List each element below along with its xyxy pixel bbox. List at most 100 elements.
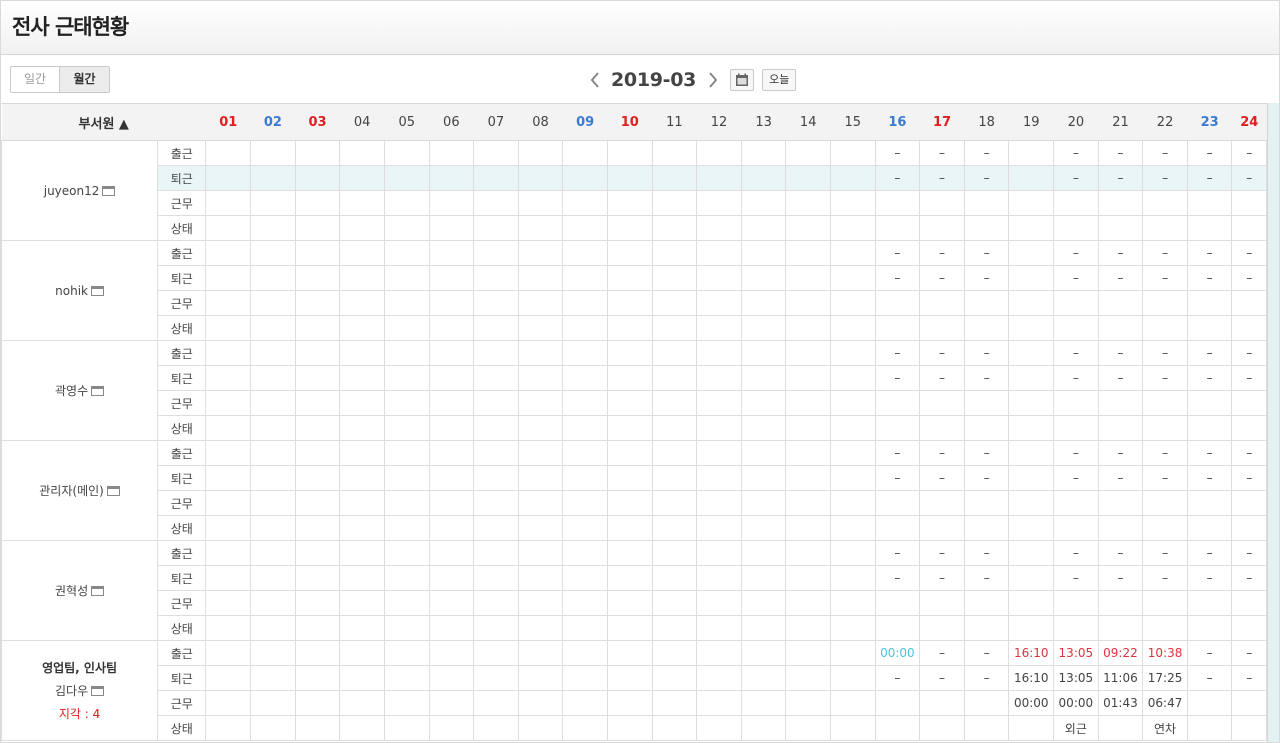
day-cell[interactable] bbox=[874, 590, 921, 616]
day-cell[interactable] bbox=[830, 215, 876, 241]
day-cell[interactable] bbox=[740, 540, 787, 566]
day-cell[interactable] bbox=[339, 715, 385, 741]
day-cell[interactable] bbox=[1008, 465, 1055, 491]
day-cell[interactable] bbox=[606, 590, 653, 616]
day-cell[interactable] bbox=[1186, 515, 1233, 541]
day-cell[interactable] bbox=[1053, 490, 1099, 516]
day-cell[interactable] bbox=[294, 465, 341, 491]
day-cell[interactable] bbox=[383, 290, 430, 316]
day-cell[interactable] bbox=[294, 365, 341, 391]
day-cell[interactable] bbox=[294, 190, 341, 216]
day-cell[interactable] bbox=[606, 315, 653, 341]
day-cell[interactable]: – bbox=[1186, 640, 1233, 666]
day-cell[interactable] bbox=[1097, 290, 1144, 316]
day-cell[interactable] bbox=[1008, 490, 1055, 516]
day-cell[interactable] bbox=[1231, 490, 1267, 516]
day-cell[interactable] bbox=[562, 440, 608, 466]
day-cell[interactable] bbox=[428, 590, 475, 616]
day-cell[interactable] bbox=[1008, 165, 1055, 191]
day-cell[interactable] bbox=[1186, 315, 1233, 341]
day-cell[interactable]: – bbox=[1231, 340, 1267, 366]
day-cell[interactable] bbox=[830, 690, 876, 716]
day-cell[interactable] bbox=[339, 465, 385, 491]
day-cell[interactable] bbox=[562, 415, 608, 441]
day-cell[interactable] bbox=[517, 290, 564, 316]
day-cell[interactable] bbox=[651, 390, 698, 416]
day-cell[interactable]: – bbox=[919, 340, 965, 366]
day-cell[interactable] bbox=[517, 490, 564, 516]
day-cell[interactable] bbox=[428, 215, 475, 241]
day-cell[interactable] bbox=[1097, 415, 1144, 441]
day-cell[interactable] bbox=[1186, 715, 1233, 741]
day-cell[interactable] bbox=[740, 490, 787, 516]
day-cell[interactable] bbox=[696, 190, 742, 216]
day-cell[interactable] bbox=[1053, 190, 1099, 216]
day-cell[interactable] bbox=[517, 640, 564, 666]
day-cell[interactable]: – bbox=[919, 440, 965, 466]
day-cell[interactable] bbox=[1186, 615, 1233, 641]
day-cell[interactable] bbox=[1008, 340, 1055, 366]
day-cell[interactable] bbox=[874, 690, 921, 716]
calendar-icon[interactable] bbox=[730, 69, 755, 91]
day-cell[interactable] bbox=[339, 165, 385, 191]
day-cell[interactable] bbox=[651, 540, 698, 566]
day-cell[interactable]: – bbox=[963, 265, 1010, 291]
day-cell[interactable] bbox=[562, 615, 608, 641]
day-cell[interactable] bbox=[473, 440, 519, 466]
day-cell[interactable] bbox=[428, 440, 475, 466]
day-cell[interactable] bbox=[517, 440, 564, 466]
day-cell[interactable] bbox=[428, 365, 475, 391]
day-cell[interactable] bbox=[696, 365, 742, 391]
day-cell[interactable]: – bbox=[874, 165, 921, 191]
day-cell[interactable] bbox=[785, 240, 831, 266]
day-cell[interactable] bbox=[383, 390, 430, 416]
day-cell[interactable] bbox=[517, 215, 564, 241]
day-cell[interactable]: – bbox=[1053, 340, 1099, 366]
day-cell[interactable]: – bbox=[1231, 640, 1267, 666]
day-cell[interactable] bbox=[205, 190, 252, 216]
day-cell[interactable] bbox=[562, 365, 608, 391]
day-cell[interactable] bbox=[606, 440, 653, 466]
day-cell[interactable] bbox=[696, 240, 742, 266]
day-cell[interactable] bbox=[1142, 215, 1188, 241]
day-cell[interactable] bbox=[383, 590, 430, 616]
day-cell[interactable] bbox=[606, 390, 653, 416]
day-cell[interactable] bbox=[1142, 290, 1188, 316]
day-cell[interactable] bbox=[339, 540, 385, 566]
day-cell[interactable] bbox=[473, 215, 519, 241]
day-cell[interactable] bbox=[606, 615, 653, 641]
day-cell[interactable] bbox=[1053, 615, 1099, 641]
day-cell[interactable] bbox=[428, 140, 475, 166]
day-cell[interactable] bbox=[740, 265, 787, 291]
day-cell[interactable] bbox=[205, 690, 252, 716]
day-cell[interactable] bbox=[606, 490, 653, 516]
day-cell[interactable] bbox=[294, 315, 341, 341]
day-cell[interactable] bbox=[428, 465, 475, 491]
day-cell[interactable] bbox=[651, 665, 698, 691]
day-cell[interactable] bbox=[562, 515, 608, 541]
day-cell[interactable]: – bbox=[874, 240, 921, 266]
day-cell[interactable] bbox=[1097, 590, 1144, 616]
day-cell[interactable] bbox=[740, 515, 787, 541]
day-cell[interactable] bbox=[339, 290, 385, 316]
day-cell[interactable] bbox=[1053, 290, 1099, 316]
day-cell[interactable] bbox=[562, 190, 608, 216]
day-cell[interactable] bbox=[294, 690, 341, 716]
day-cell[interactable]: – bbox=[919, 265, 965, 291]
day-cell[interactable]: – bbox=[1186, 665, 1233, 691]
day-cell[interactable] bbox=[696, 215, 742, 241]
day-cell[interactable] bbox=[428, 190, 475, 216]
day-cell[interactable]: – bbox=[919, 365, 965, 391]
day-cell[interactable] bbox=[740, 240, 787, 266]
day-cell[interactable] bbox=[785, 340, 831, 366]
day-cell[interactable] bbox=[1008, 415, 1055, 441]
day-cell[interactable] bbox=[250, 440, 296, 466]
day-cell[interactable]: – bbox=[1142, 365, 1188, 391]
day-cell[interactable] bbox=[473, 190, 519, 216]
day-cell[interactable]: 00:00 bbox=[1053, 690, 1099, 716]
day-cell[interactable] bbox=[785, 615, 831, 641]
day-cell[interactable] bbox=[383, 190, 430, 216]
day-cell[interactable] bbox=[562, 665, 608, 691]
day-cell[interactable] bbox=[874, 515, 921, 541]
day-cell[interactable]: – bbox=[919, 565, 965, 591]
